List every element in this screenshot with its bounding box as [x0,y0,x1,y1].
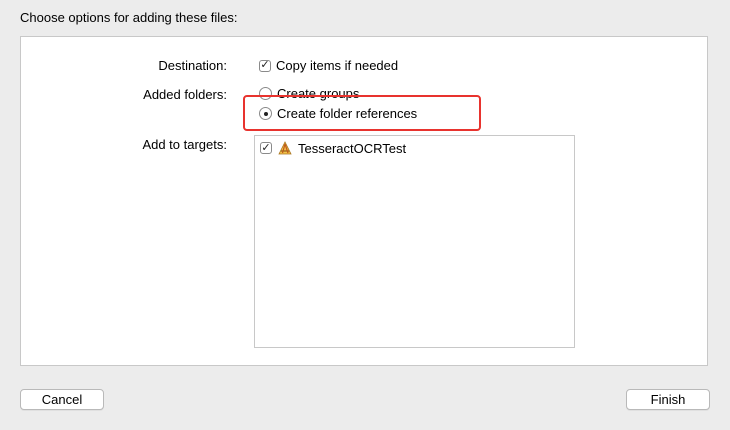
options-panel: Destination: ✓ Copy items if needed Adde… [20,36,708,366]
checkbox-checked-icon[interactable]: ✓ [260,142,272,154]
targets-list[interactable]: ✓ TesseractOCRTest [254,135,575,348]
added-folders-label: Added folders: [143,87,227,102]
target-name: TesseractOCRTest [298,140,407,156]
annotation-highlight-box [243,95,481,131]
copy-items-checkbox[interactable]: ✓ Copy items if needed [259,58,398,73]
target-row[interactable]: ✓ TesseractOCRTest [260,140,406,156]
finish-button[interactable]: Finish [626,389,710,410]
checkbox-checked-icon[interactable]: ✓ [259,59,271,72]
xcode-app-icon [278,141,292,155]
cancel-button[interactable]: Cancel [20,389,104,410]
dialog-title: Choose options for adding these files: [20,10,238,25]
add-to-targets-label: Add to targets: [142,137,227,152]
destination-label: Destination: [158,58,227,73]
copy-items-label: Copy items if needed [276,58,399,73]
